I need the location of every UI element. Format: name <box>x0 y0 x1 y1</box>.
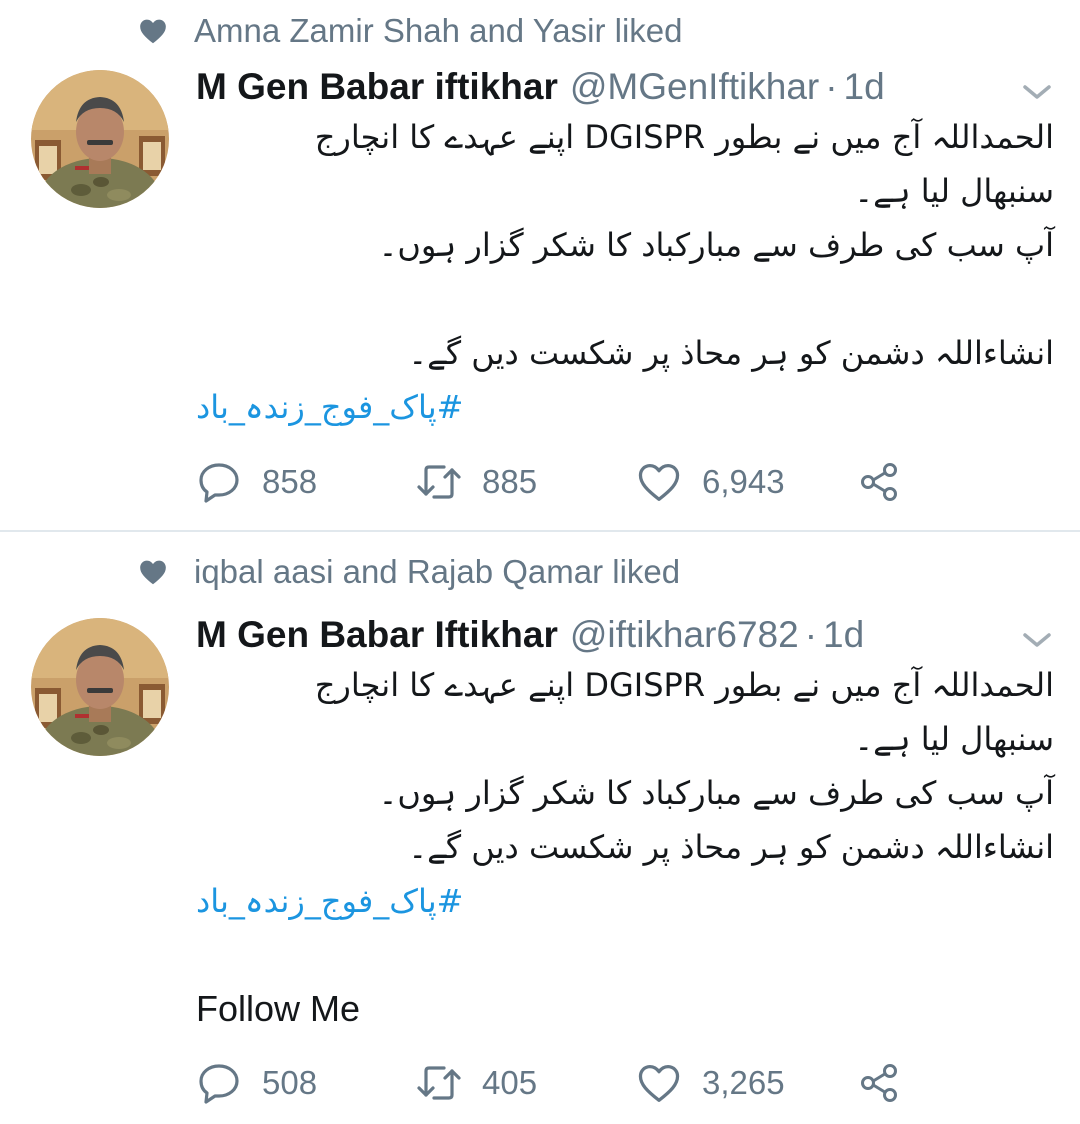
tweet-text-line: سنبھال لیا ہے۔ <box>854 720 1054 758</box>
heart-icon <box>138 16 168 46</box>
author-handle[interactable]: @MGenIftikhar <box>570 66 819 108</box>
tweet[interactable]: Amna Zamir Shah and Yasir liked M Gen Ba… <box>0 0 1080 530</box>
timestamp[interactable]: 1d <box>844 66 885 108</box>
hashtag-link[interactable]: #پاک_فوج_زندہ_باد <box>196 874 1054 928</box>
share-button[interactable] <box>856 457 902 507</box>
tweet-text: الحمداللہ آج میں نے بطور DGISPR اپنے عہد… <box>196 658 1054 1036</box>
tweet-text: الحمداللہ آج میں نے بطور DGISPR اپنے عہد… <box>196 110 1054 434</box>
tweet-text-line: انشاءاللہ دشمن کو ہر محاذ پر شکست دیں گے… <box>408 334 1054 372</box>
hashtag-text[interactable]: #پاک_فوج_زندہ_باد <box>196 882 463 920</box>
avatar[interactable] <box>31 70 169 208</box>
heart-icon <box>138 557 168 587</box>
separator-dot: · <box>804 614 818 655</box>
tweet-text-line: الحمداللہ آج میں نے بطور DGISPR اپنے عہد… <box>314 118 1054 156</box>
retweet-count: 885 <box>482 463 538 500</box>
social-context-text: iqbal aasi and Rajab Qamar liked <box>194 553 681 590</box>
reply-count: 508 <box>262 1064 318 1101</box>
like-icon[interactable] <box>636 459 682 505</box>
social-context: iqbal aasi and Rajab Qamar liked <box>138 550 680 594</box>
author-handle[interactable]: @iftikhar6782 <box>570 614 799 656</box>
tweet-text-line: سنبھال لیا ہے۔ <box>854 172 1054 210</box>
retweet-icon[interactable] <box>416 1060 462 1106</box>
share-button[interactable] <box>856 1058 902 1108</box>
like-count: 6,943 <box>702 463 785 500</box>
retweet-icon[interactable] <box>416 459 462 505</box>
reply-count: 858 <box>262 463 318 500</box>
tweet-header: M Gen Babar Iftikhar @iftikhar6782 · 1d <box>196 611 864 659</box>
social-context-text: Amna Zamir Shah and Yasir liked <box>194 12 683 49</box>
retweet-button[interactable]: 885 <box>416 457 537 507</box>
social-context: Amna Zamir Shah and Yasir liked <box>138 9 683 53</box>
author-name[interactable]: M Gen Babar Iftikhar <box>196 614 558 656</box>
retweet-count: 405 <box>482 1064 538 1101</box>
tweet-text-line: الحمداللہ آج میں نے بطور DGISPR اپنے عہد… <box>314 666 1054 704</box>
share-icon[interactable] <box>856 459 902 505</box>
tweet[interactable]: iqbal aasi and Rajab Qamar liked M Gen B… <box>0 532 1080 1124</box>
reply-icon[interactable] <box>196 459 242 505</box>
like-button[interactable]: 6,943 <box>636 457 785 507</box>
reply-icon[interactable] <box>196 1060 242 1106</box>
reply-button[interactable]: 858 <box>196 457 317 507</box>
author-name[interactable]: M Gen Babar iftikhar <box>196 66 558 108</box>
retweet-button[interactable]: 405 <box>416 1058 537 1108</box>
separator-dot: · <box>825 66 838 107</box>
follow-me-text: Follow Me <box>196 988 361 1029</box>
like-count: 3,265 <box>702 1064 785 1101</box>
tweet-text-line: آپ سب کی طرف سے مبارکباد کا شکر گزار ہوں… <box>378 226 1054 264</box>
like-button[interactable]: 3,265 <box>636 1058 785 1108</box>
tweet-actions: 508 405 3,265 <box>196 1058 916 1108</box>
tweet-actions: 858 885 6,943 <box>196 457 916 507</box>
chevron-down-icon[interactable] <box>1020 628 1054 652</box>
hashtag-text[interactable]: #پاک_فوج_زندہ_باد <box>196 388 463 426</box>
chevron-down-icon[interactable] <box>1020 80 1054 104</box>
tweet-header: M Gen Babar iftikhar @MGenIftikhar · 1d <box>196 63 885 111</box>
avatar[interactable] <box>31 618 169 756</box>
share-icon[interactable] <box>856 1060 902 1106</box>
like-icon[interactable] <box>636 1060 682 1106</box>
hashtag-link[interactable]: #پاک_فوج_زندہ_باد <box>196 380 1054 434</box>
reply-button[interactable]: 508 <box>196 1058 317 1108</box>
timestamp[interactable]: 1d <box>823 614 864 656</box>
tweet-text-line: آپ سب کی طرف سے مبارکباد کا شکر گزار ہوں… <box>378 774 1054 812</box>
tweet-text-blank-line <box>196 272 1054 326</box>
tweet-text-line: انشاءاللہ دشمن کو ہر محاذ پر شکست دیں گے… <box>408 828 1054 866</box>
